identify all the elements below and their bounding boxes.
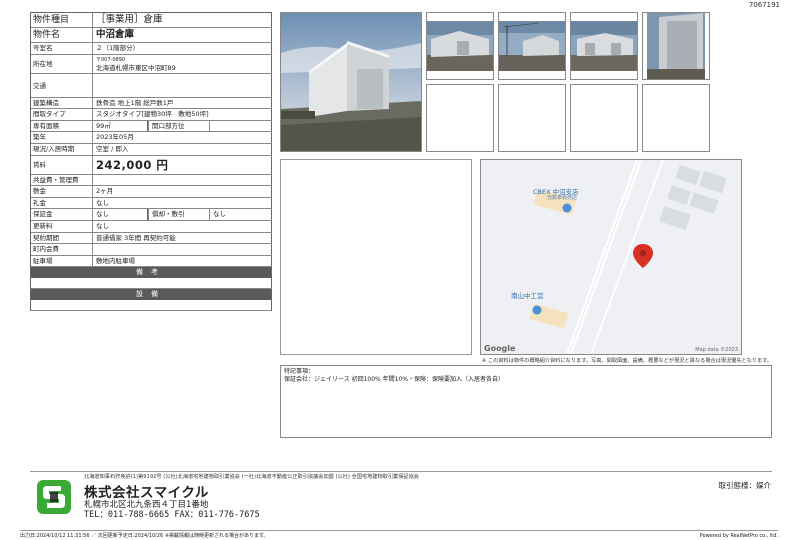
map-poi-sublabel-1: 自動車販売店 [547, 195, 578, 201]
zip-code: 〒007-0890 [96, 56, 126, 63]
output-date: 出力日:2024/10/12 11:31:56 ／ 次回更新予定日:2024/1… [20, 533, 269, 539]
label-guarantee: 保証金 [31, 209, 93, 220]
main-photo[interactable] [280, 12, 422, 152]
label-address: 所在地 [31, 54, 93, 73]
row-type: 物件種目 ［事業用］倉庫 [31, 13, 272, 28]
value-built: 2023年05月 [93, 132, 272, 143]
value-renewal: なし [93, 220, 272, 232]
value-direction [210, 120, 272, 132]
special-notes-box: 特記事項： 保証会社：ジェイリース 初回100% 年間10%・保険：保険要加入（… [280, 365, 772, 438]
row-address: 所在地 〒007-0890 北海道札幌市東区中沼町89 [31, 54, 272, 74]
row-rent: 賃料 242,000 円 [31, 155, 272, 175]
label-unit: 号室名 [31, 43, 93, 54]
value-structure: 鉄骨造 地上1階 総戸数1戸 [93, 97, 272, 109]
value-parking: 敷地内駐車場 [93, 255, 272, 267]
thumbnail-empty-3 [570, 84, 638, 152]
row-deposit: 敷金 2ヶ月 [31, 186, 272, 198]
label-rent: 賃料 [31, 155, 93, 174]
thumbnail-empty-4 [642, 84, 710, 152]
company-phone: TEL：011-788-6665 FAX：011-776-7675 [84, 510, 260, 520]
label-common: 共益費・管理費 [31, 174, 93, 186]
label-direction: 開口部方位 [148, 120, 210, 132]
row-name: 物件名 中沼倉庫 [31, 28, 272, 43]
label-name: 物件名 [31, 28, 93, 42]
thumbnail-photo-2[interactable] [498, 12, 566, 80]
notes-text: 保証会社：ジェイリース 初回100% 年間10%・保険：保険要加入（入居者各自） [284, 376, 505, 383]
value-unit: ２（1階部分） [93, 43, 272, 54]
transaction-type: 取引態様：媒介 [718, 481, 772, 490]
value-layout: スタジオタイプ[建物30坪 敷地50坪] [93, 109, 272, 120]
row-layout: 間取タイプ スタジオタイプ[建物30坪 敷地50坪] [31, 109, 272, 121]
row-built: 築年 2023年05月 [31, 132, 272, 144]
row-guarantee: 保証金 なし 償却・敷引 なし [31, 209, 272, 221]
label-key-money: 礼金 [31, 197, 93, 209]
value-common [93, 174, 272, 186]
row-status: 現況/入居時期 空室 / 即入 [31, 143, 272, 156]
value-rent: 242,000 円 [93, 155, 272, 174]
label-parking: 駐車場 [31, 255, 93, 267]
row-contract: 契約期間 普通借家 3年間 再契約可能 [31, 232, 272, 245]
poi-marker-2 [532, 305, 542, 315]
thumbnail-photo-1[interactable] [426, 12, 494, 80]
label-structure: 建築構造 [31, 97, 93, 109]
value-contract: 普通借家 3年間 再契約可能 [93, 232, 272, 244]
location-map[interactable]: CBEX 中沼支店 自動車販売店 南山中工営 Google Map data ©… [480, 159, 742, 355]
value-area: 99㎡ [93, 120, 148, 132]
license-info: 北海道知事石狩免許(1)第9192号 (公社)北海道宅地建物取引業協会 (一社)… [84, 474, 419, 480]
thumbnail-photo-3[interactable] [570, 12, 638, 80]
equipment-body [31, 300, 272, 312]
value-name: 中沼倉庫 [93, 28, 272, 42]
value-address: 〒007-0890 北海道札幌市東区中沼町89 [93, 54, 272, 73]
page-footer: 出力日:2024/10/12 11:31:56 ／ 次回更新予定日:2024/1… [20, 530, 778, 539]
value-guarantee: なし [93, 209, 148, 220]
row-area: 専有面積 99㎡ 開口部方位 [31, 120, 272, 133]
row-parking: 駐車場 敷地内駐車場 [31, 255, 272, 268]
row-common: 共益費・管理費 [31, 174, 272, 187]
label-town-fee: 町内会費 [31, 244, 93, 255]
remarks-header: 備考 [31, 267, 272, 279]
property-table: 物件種目 ［事業用］倉庫 物件名 中沼倉庫 号室名 ２（1階部分） 所在地 〒0… [30, 12, 272, 312]
map-attribution: Map data ©2023 [695, 347, 738, 353]
map-poi-label-2: 南山中工営 [511, 292, 544, 300]
footer-divider [30, 471, 772, 472]
notes-title: 特記事項： [284, 368, 315, 375]
label-status: 現況/入居時期 [31, 143, 93, 155]
value-key-money: なし [93, 197, 272, 209]
thumbnail-empty-2 [498, 84, 566, 152]
label-type: 物件種目 [31, 13, 93, 27]
value-status: 空室 / 即入 [93, 143, 272, 155]
thumbnail-empty-1 [426, 84, 494, 152]
row-access: 交通 [31, 73, 272, 98]
value-deposit: 2ヶ月 [93, 186, 272, 197]
google-logo: Google [484, 344, 516, 353]
company-logo-icon [37, 480, 71, 514]
powered-by: Powered by RealNetPro co., ltd. [699, 533, 778, 539]
row-renewal: 更新料 なし [31, 220, 272, 233]
row-unit: 号室名 ２（1階部分） [31, 43, 272, 55]
poi-marker-1 [562, 203, 572, 213]
label-access: 交通 [31, 73, 93, 97]
row-structure: 建築構造 鉄骨造 地上1階 総戸数1戸 [31, 97, 272, 110]
label-built: 築年 [31, 132, 93, 143]
value-type: ［事業用］倉庫 [93, 13, 272, 27]
label-contract: 契約期間 [31, 232, 93, 244]
label-deposit: 敷金 [31, 186, 93, 197]
row-key-money: 礼金 なし [31, 197, 272, 210]
value-town-fee [93, 244, 272, 255]
label-layout: 間取タイプ [31, 109, 93, 120]
row-town-fee: 町内会費 [31, 244, 272, 256]
value-amortization: なし [210, 209, 272, 220]
document-id: 7067191 [748, 1, 780, 9]
value-access [93, 73, 272, 97]
label-amortization: 償却・敷引 [148, 209, 210, 220]
equipment-header: 設備 [31, 289, 272, 301]
label-area: 専有面積 [31, 120, 93, 132]
thumbnail-photo-4[interactable] [642, 12, 710, 80]
floor-plan-area [280, 159, 472, 355]
label-renewal: 更新料 [31, 220, 93, 232]
remarks-body [31, 278, 272, 290]
address-text: 北海道札幌市東区中沼町89 [96, 64, 176, 73]
disclaimer-text: ※ この資料は物件の概略紹介資料になります。写真、間取図面、設備、概要などが現況… [481, 358, 772, 364]
